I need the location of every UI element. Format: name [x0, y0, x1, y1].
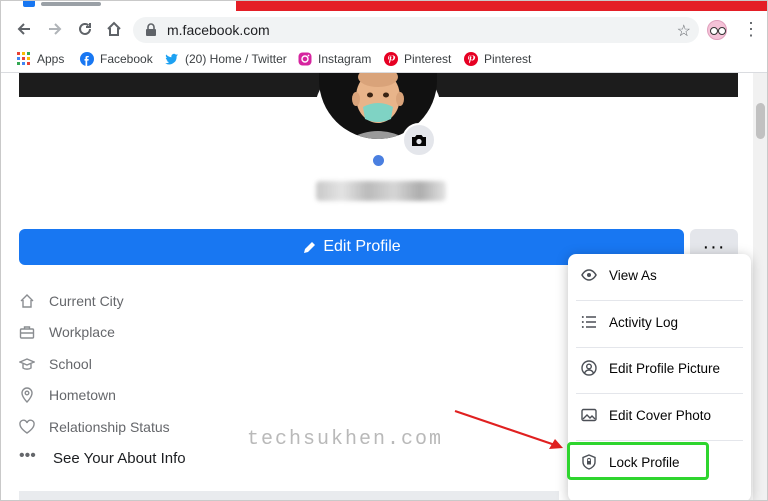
url-text: m.facebook.com [167, 22, 270, 38]
pinterest-icon [384, 52, 398, 66]
menu-item-edit-profile-picture[interactable]: Edit Profile Picture [576, 348, 743, 388]
image-icon [581, 408, 597, 422]
bookmark-twitter[interactable]: (20) Home / Twitter [165, 52, 287, 66]
briefcase-icon [19, 326, 35, 339]
edit-profile-label: Edit Profile [323, 238, 401, 255]
pencil-icon [304, 241, 316, 253]
bookmark-label: (20) Home / Twitter [185, 52, 287, 66]
scrollbar-thumb[interactable] [756, 103, 765, 139]
tab-strip [1, 1, 767, 11]
lock-icon [146, 23, 156, 36]
bookmark-label: Facebook [100, 52, 153, 66]
bookmark-pinterest[interactable]: Pinterest [384, 52, 451, 66]
profile-avatar[interactable] [707, 20, 727, 40]
red-banner [236, 1, 767, 11]
info-hometown[interactable]: Hometown [19, 387, 116, 403]
info-label: Hometown [49, 387, 116, 403]
bookmark-facebook[interactable]: Facebook [80, 52, 153, 66]
bookmark-star-icon[interactable]: ☆ [677, 21, 691, 41]
blurred-profile-name [316, 181, 446, 201]
bookmarks-bar: Apps Facebook (20) Home / Twitter Instag… [1, 47, 767, 73]
bookmark-apps[interactable]: Apps [17, 52, 64, 66]
browser-toolbar: m.facebook.com ☆ ⋮ [1, 11, 767, 47]
browser-window: m.facebook.com ☆ ⋮ Apps Facebook (20) Ho… [0, 0, 768, 501]
info-label: Relationship Status [49, 419, 170, 435]
twitter-icon [165, 52, 179, 66]
menu-item-label: Activity Log [609, 314, 679, 330]
heart-icon [19, 419, 35, 434]
menu-divider [576, 393, 743, 394]
browser-menu-icon[interactable]: ⋮ [742, 20, 760, 38]
menu-item-view-as[interactable]: View As [576, 255, 743, 295]
home-icon [20, 294, 34, 308]
user-circle-icon [581, 360, 597, 376]
bookmark-label: Apps [37, 52, 65, 66]
bookmark-instagram[interactable]: Instagram [298, 52, 371, 66]
change-profile-picture-button[interactable] [402, 123, 436, 157]
info-label: School [49, 356, 92, 372]
see-about-label: See Your About Info [53, 450, 186, 467]
forward-arrow-icon [49, 23, 62, 35]
back-arrow-icon [17, 23, 30, 35]
menu-divider [576, 300, 743, 301]
ellipsis-icon: ••• [19, 446, 36, 464]
red-arrow-annotation [454, 409, 563, 449]
bookmark-label: Pinterest [484, 52, 532, 66]
bookmark-label: Pinterest [404, 52, 452, 66]
eye-icon [581, 269, 597, 281]
instagram-icon [298, 52, 312, 66]
active-status-dot [369, 151, 387, 169]
forward-button[interactable] [44, 18, 66, 40]
facebook-icon [80, 52, 94, 66]
info-label: Workplace [49, 324, 115, 340]
page-scrollbar[interactable] [753, 73, 767, 500]
reload-button[interactable] [74, 18, 96, 40]
bookmark-pinterest-2[interactable]: Pinterest [464, 52, 531, 66]
lock-profile-highlight-box [567, 442, 709, 480]
menu-item-label: Edit Profile Picture [609, 360, 721, 376]
info-current-city[interactable]: Current City [19, 293, 124, 309]
home-button[interactable] [103, 18, 125, 40]
info-label: Current City [49, 293, 124, 309]
info-workplace[interactable]: Workplace [19, 324, 115, 340]
menu-item-label: View As [609, 267, 657, 283]
home-icon [107, 21, 121, 36]
location-pin-icon [21, 387, 33, 403]
menu-item-activity-log[interactable]: Activity Log [576, 302, 743, 342]
facebook-profile-page: Edit Profile ··· Current City Workplace … [1, 73, 767, 500]
camera-icon [412, 135, 426, 146]
list-icon [581, 316, 596, 328]
graduation-cap-icon [19, 358, 35, 370]
browser-tab[interactable] [1, 1, 236, 11]
menu-item-edit-cover-photo[interactable]: Edit Cover Photo [576, 395, 743, 435]
reload-icon [79, 22, 91, 35]
apps-grid-icon [17, 52, 31, 66]
bookmark-label: Instagram [318, 52, 372, 66]
info-school[interactable]: School [19, 356, 92, 372]
menu-item-label: Edit Cover Photo [609, 407, 712, 423]
watermark-text: techsukhen.com [247, 428, 444, 451]
see-about-info-link[interactable]: ••• See Your About Info [19, 446, 186, 467]
pinterest-icon [464, 52, 478, 66]
info-relationship-status[interactable]: Relationship Status [19, 419, 170, 435]
facebook-tab-icon [23, 1, 35, 7]
tab-title [41, 2, 101, 6]
address-bar[interactable]: m.facebook.com ☆ [133, 17, 699, 43]
menu-divider [576, 440, 743, 441]
next-section-strip [19, 491, 559, 500]
back-button[interactable] [13, 18, 35, 40]
